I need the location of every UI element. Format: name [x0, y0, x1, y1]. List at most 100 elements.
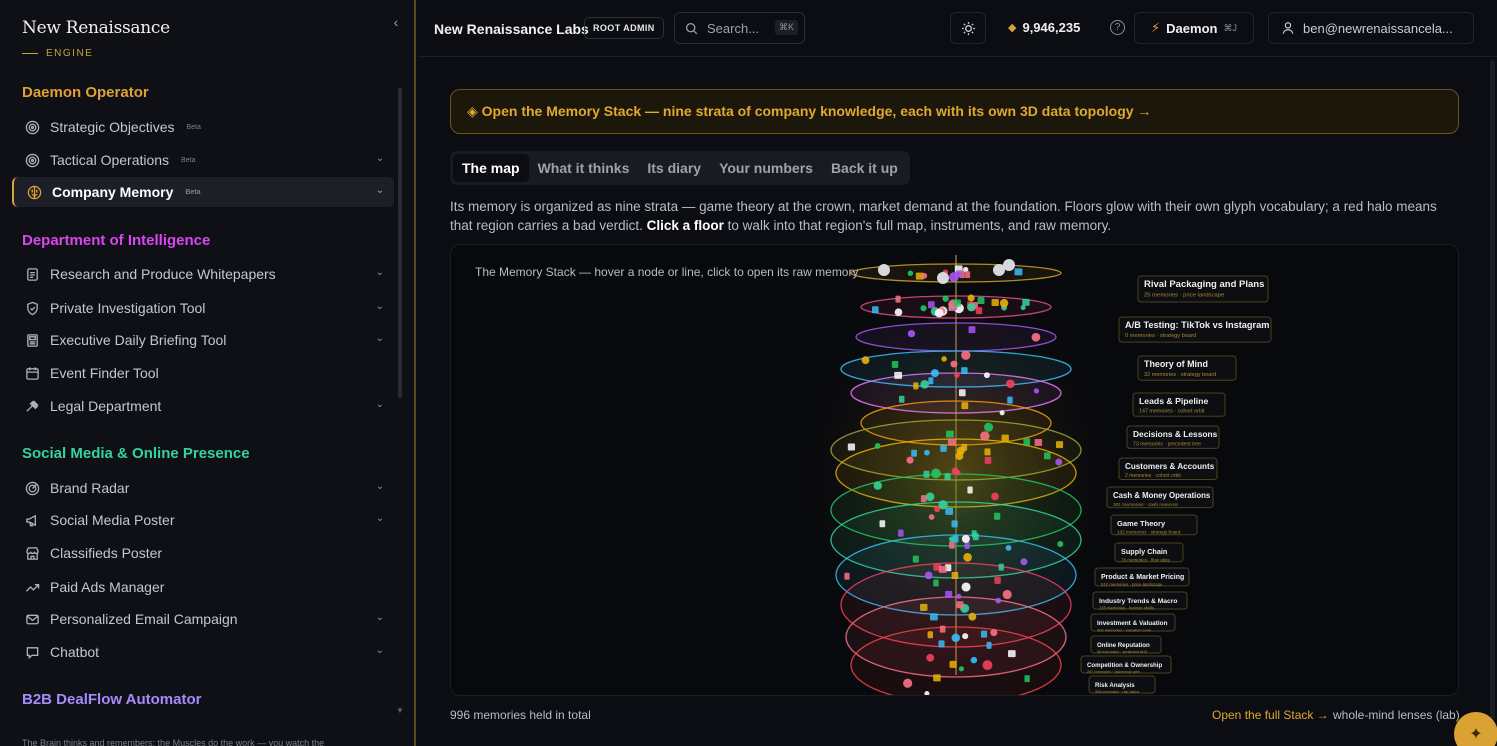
credits-value: 9,946,235	[1022, 20, 1081, 35]
memory-node	[927, 301, 935, 309]
memory-node	[911, 449, 917, 457]
memory-node	[928, 377, 934, 385]
sidebar-item-social-media-poster[interactable]: Social Media Poster ⌄	[12, 505, 394, 535]
memory-stack-canvas[interactable]: Rival Packaging and Plans 25 memories · p…	[450, 244, 1459, 696]
section-social-media: Social Media & Online Presence	[22, 445, 250, 462]
sidebar-item-company-memory[interactable]: Company Memory Beta ⌄	[12, 177, 394, 207]
memory-node	[951, 520, 958, 528]
sidebar-item-private-investigation[interactable]: Private Investigation Tool ⌄	[12, 293, 394, 323]
tab-back-it-up[interactable]: Back it up	[822, 154, 907, 182]
sidebar-item-label: Legal Department	[50, 398, 162, 414]
memory-node	[984, 448, 991, 456]
memory-node	[912, 555, 919, 563]
sidebar-item-paid-ads[interactable]: Paid Ads Manager	[12, 572, 394, 602]
chevron-down-icon[interactable]: ⌄	[376, 513, 384, 524]
memory-node	[878, 264, 890, 276]
daemon-shortcut: ⌘J	[1223, 22, 1237, 33]
chevron-down-icon[interactable]: ⌄	[376, 645, 384, 656]
theme-toggle-button[interactable]	[950, 12, 986, 44]
search-input[interactable]: Search... ⌘K	[674, 12, 805, 44]
stratum-label[interactable]: A/B Testing: TikTok vs Instagram 0 memori…	[1118, 316, 1272, 343]
sidebar-item-classifieds-poster[interactable]: Classifieds Poster	[12, 538, 394, 568]
sidebar: New Renaissance ENGINE ‹ Daemon Operator…	[0, 0, 416, 746]
chevron-down-icon[interactable]: ⌄	[376, 612, 384, 623]
memory-node	[924, 449, 930, 456]
stratum-label[interactable]: Industry Trends & Macro135 memories · ho…	[1092, 591, 1188, 611]
tab-what-it-thinks[interactable]: What it thinks	[529, 154, 639, 182]
stratum-label-sub: 301 memories · cash reservoir	[1113, 502, 1179, 508]
sidebar-item-research-whitepapers[interactable]: Research and Produce Whitepapers ⌄	[12, 259, 394, 289]
stratum-label[interactable]: Decisions & Lessons 73 memories · precede…	[1126, 425, 1220, 449]
sidebar-item-chatbot[interactable]: Chatbot ⌄	[12, 637, 394, 667]
desc-part-b: to walk into that region's full map, ins…	[727, 218, 1112, 233]
scroll-down-icon[interactable]: ▼	[396, 706, 404, 715]
memory-node	[913, 382, 919, 390]
memory-node	[940, 444, 947, 452]
sidebar-item-email-campaign[interactable]: Personalized Email Campaign ⌄	[12, 604, 394, 634]
stratum-label-sub: 135 memories · horizon shells	[1099, 606, 1154, 611]
sidebar-item-strategic-objectives[interactable]: Strategic Objectives Beta	[12, 112, 394, 142]
chevron-down-icon[interactable]: ⌄	[376, 153, 384, 164]
memory-node	[933, 674, 941, 682]
brand[interactable]: New Renaissance ENGINE	[22, 18, 170, 59]
collapse-sidebar-button[interactable]: ‹	[388, 14, 404, 32]
stratum-label[interactable]: Product & Market Pricing510 memories · p…	[1094, 567, 1190, 587]
search-shortcut: ⌘K	[774, 20, 798, 35]
sidebar-item-executive-briefing[interactable]: Executive Daily Briefing Tool ⌄	[12, 325, 394, 355]
whole-mind-lenses-link[interactable]: whole-mind lenses (lab)	[1333, 708, 1460, 722]
stratum-label-title: Decisions & Lessons	[1133, 429, 1218, 439]
tab-its-diary[interactable]: Its diary	[638, 154, 710, 182]
stratum-label[interactable]: Leads & Pipeline 147 memories · cohort or…	[1132, 392, 1226, 417]
memory-node	[961, 534, 970, 543]
stratum-label[interactable]: Risk Analysis308 memories · risk lattice	[1088, 675, 1156, 694]
stratum-label[interactable]: Online Reputation58 memories · sentiment…	[1090, 635, 1162, 654]
memory-node	[961, 350, 971, 360]
daemon-button[interactable]: ⚡ Daemon ⌘J	[1134, 12, 1254, 44]
memory-stack-visual[interactable]: Rival Packaging and Plans 25 memories · p…	[451, 245, 1459, 696]
sidebar-item-brand-radar[interactable]: Brand Radar ⌄	[12, 473, 394, 503]
main-scrollbar[interactable]	[1490, 60, 1495, 720]
chevron-down-icon[interactable]: ⌄	[376, 185, 384, 196]
chevron-down-icon[interactable]: ⌄	[376, 267, 384, 278]
chevron-down-icon[interactable]: ⌄	[376, 333, 384, 344]
sidebar-scrollbar[interactable]	[398, 88, 402, 398]
stratum-label[interactable]: Game Theory 102 memories · strategy board	[1110, 514, 1198, 536]
memory-node	[980, 630, 988, 638]
user-menu-button[interactable]: ben@newrenaissancela...	[1268, 12, 1474, 44]
stratum-label-title: A/B Testing: TikTok vs Instagram	[1125, 320, 1269, 330]
memory-node	[874, 443, 881, 449]
stratum-label[interactable]: Competition & Ownership297 memories · ow…	[1080, 655, 1172, 674]
credits-balance[interactable]: ◆ 9,946,235	[1008, 20, 1080, 35]
memory-node	[941, 356, 947, 362]
stratum-label[interactable]: Customers & Accounts 2 memories · cohort …	[1118, 457, 1218, 480]
chevron-down-icon[interactable]: ⌄	[376, 301, 384, 312]
memory-node	[964, 541, 970, 549]
stratum-label[interactable]: Theory of Mind 32 memories · strategy boa…	[1137, 355, 1237, 381]
chevron-down-icon[interactable]: ⌄	[376, 481, 384, 492]
tab-the-map[interactable]: The map	[453, 154, 529, 182]
sun-icon	[961, 21, 976, 36]
memory-stack-banner[interactable]: ◈ Open the Memory Stack — nine strata of…	[450, 89, 1459, 134]
sidebar-item-legal-department[interactable]: Legal Department ⌄	[12, 391, 394, 421]
stratum-label[interactable]: Investment & Valuation402 memories · val…	[1090, 613, 1176, 632]
memory-node	[942, 295, 949, 302]
chevron-down-icon[interactable]: ⌄	[376, 399, 384, 410]
target-icon	[24, 152, 40, 168]
memory-node	[926, 653, 935, 662]
stratum-label[interactable]: Rival Packaging and Plans 25 memories · p…	[1137, 275, 1269, 303]
memory-node	[1055, 441, 1064, 449]
sidebar-item-tactical-operations[interactable]: Tactical Operations Beta ⌄	[12, 145, 394, 175]
brand-divider	[22, 53, 38, 54]
sidebar-item-event-finder[interactable]: Event Finder Tool	[12, 358, 394, 388]
stratum-label[interactable]: Supply Chain78 memories · flow atlas	[1114, 542, 1184, 563]
memory-node	[984, 456, 992, 464]
chat-icon: ✦	[1469, 726, 1483, 743]
chat-launcher-button[interactable]: ✦	[1454, 712, 1497, 746]
tab-your-numbers[interactable]: Your numbers	[710, 154, 822, 182]
section-department-of-intelligence: Department of Intelligence	[22, 232, 211, 249]
brand-sub: ENGINE	[22, 48, 170, 59]
stratum-label[interactable]: Cash & Money Operations 301 memories · ca…	[1106, 486, 1214, 509]
open-full-stack-link[interactable]: Open the full Stack →	[1212, 708, 1329, 722]
help-icon[interactable]: ?	[1110, 20, 1125, 35]
memory-node	[931, 468, 941, 479]
